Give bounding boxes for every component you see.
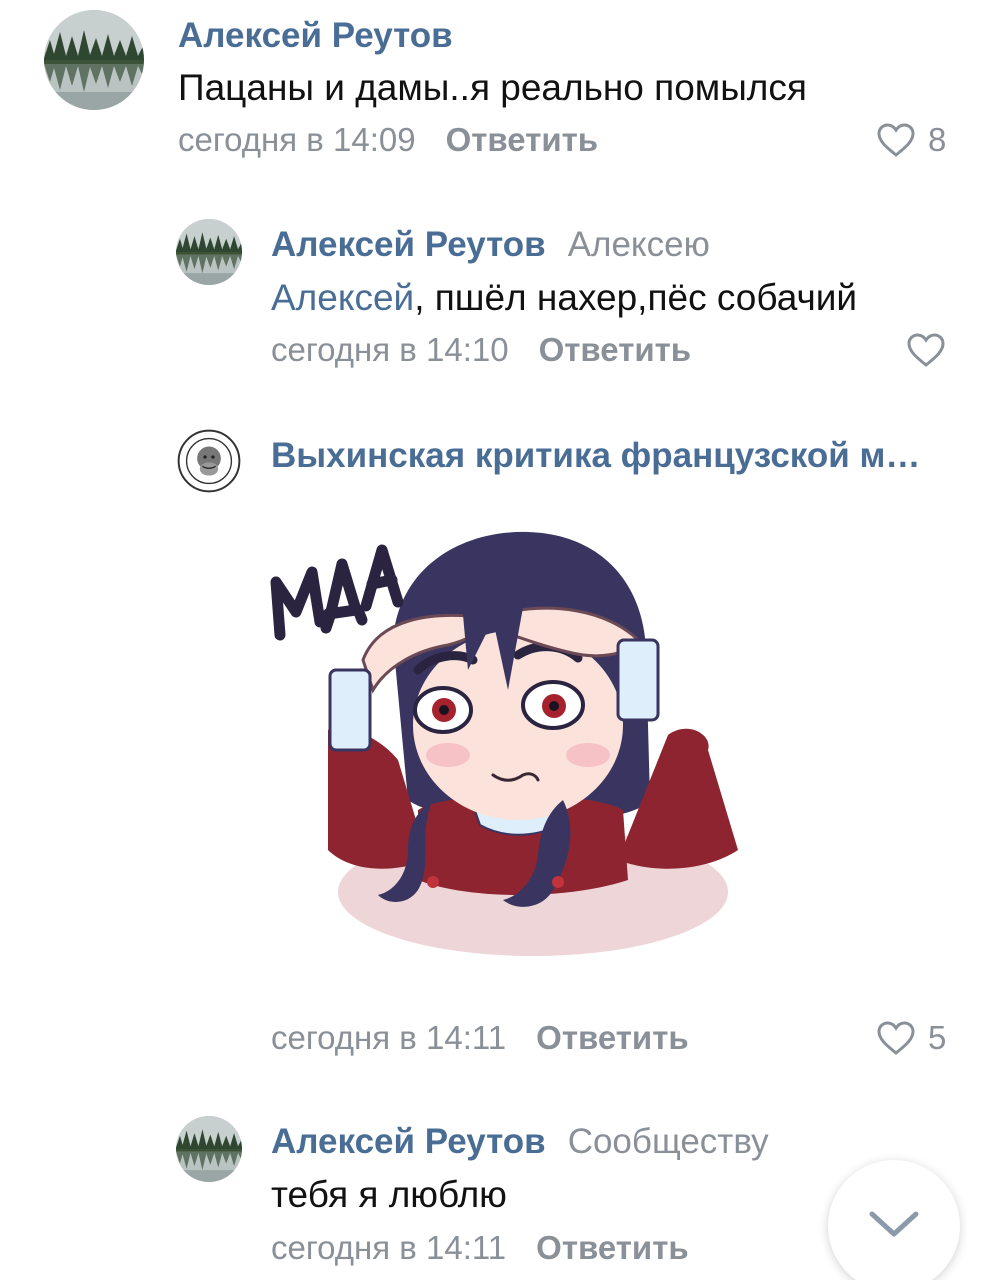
like-button[interactable] (906, 332, 946, 368)
comment-text: Пацаны и дамы..я реально помылся (178, 67, 807, 108)
avatar[interactable] (44, 10, 144, 110)
comment-author[interactable]: Выхинская критика французской м… (271, 436, 949, 476)
reply-button[interactable]: Ответить (536, 1019, 689, 1056)
reply-button[interactable]: Ответить (539, 331, 692, 368)
comment-meta: сегодня в 14:11 Ответить (271, 1228, 689, 1268)
seal-logo-avatar (176, 428, 242, 494)
like-count: 8 (928, 121, 947, 158)
lake-photo-avatar (44, 10, 144, 110)
comment-author[interactable]: Алексей Реутов (271, 225, 546, 264)
heart-outline-icon (907, 333, 945, 367)
comment-meta: сегодня в 14:11 Ответить (271, 1018, 689, 1058)
avatar[interactable] (176, 219, 242, 285)
mention-link[interactable]: Алексей (271, 277, 414, 318)
like-button[interactable]: 8 (876, 120, 946, 160)
chevron-down-icon (869, 1211, 919, 1237)
reply-to-label[interactable]: Сообществу (568, 1122, 769, 1161)
comments-page: Алексей Реутов Пацаны и дамы..я реально … (0, 0, 993, 1280)
comment-time: сегодня в 14:09 (178, 121, 416, 158)
like-count: 5 (928, 1019, 947, 1056)
lake-photo-avatar (176, 1116, 242, 1182)
sticker-image[interactable] (268, 520, 768, 970)
comment-author-line: Алексей Реутов Сообществу (271, 1122, 769, 1162)
comment-author-line: Алексей Реутов Алексею (271, 225, 710, 265)
reply-to-label[interactable]: Алексею (568, 225, 710, 264)
comment-text: тебя я люблю (271, 1174, 507, 1215)
lake-photo-avatar (176, 219, 242, 285)
avatar[interactable] (176, 1116, 242, 1182)
heart-outline-icon (877, 1021, 915, 1055)
comment-meta: сегодня в 14:10 Ответить (271, 330, 691, 370)
sticker-girl-illustration (270, 531, 738, 956)
comment-text-body: , пшёл нахер,пёс собачий (414, 277, 858, 318)
community-avatar[interactable] (176, 428, 242, 494)
reply-button[interactable]: Ответить (536, 1229, 689, 1266)
comment-text: Алексей, пшёл нахер,пёс собачий (271, 276, 857, 320)
like-button[interactable]: 5 (876, 1018, 946, 1058)
scroll-down-button[interactable] (828, 1160, 960, 1280)
comment-time: сегодня в 14:10 (271, 331, 509, 368)
comment-time: сегодня в 14:11 (271, 1019, 507, 1056)
reply-button[interactable]: Ответить (446, 121, 599, 158)
comment-meta: сегодня в 14:09 Ответить (178, 120, 598, 160)
comment-time: сегодня в 14:11 (271, 1229, 507, 1266)
comment-author[interactable]: Алексей Реутов (271, 1122, 546, 1161)
comment-author[interactable]: Алексей Реутов (178, 16, 453, 56)
heart-outline-icon (877, 123, 915, 157)
mda-lettering (270, 544, 404, 641)
